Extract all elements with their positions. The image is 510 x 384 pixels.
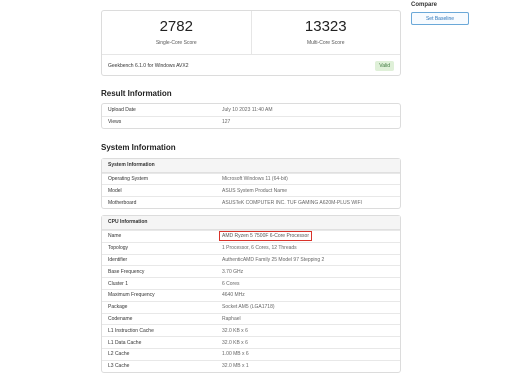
row-value: Socket AM5 (LGA1718) <box>222 304 275 311</box>
benchmark-version: Geekbench 6.1.0 for Windows AVX2 <box>108 62 189 69</box>
row-key: Motherboard <box>108 199 137 206</box>
row-value: AuthenticAMD Family 25 Model 97 Stepping… <box>222 256 325 263</box>
compare-panel: Compare Set Baseline <box>411 2 469 25</box>
compare-heading: Compare <box>411 2 438 8</box>
row-value: 4640 MHz <box>222 292 245 299</box>
row-key: Topology <box>108 245 129 252</box>
row-key: Maximum Frequency <box>108 292 155 299</box>
row-value: 32.0 KB x 6 <box>222 327 248 334</box>
multi-core-label: Multi-Core Score <box>306 40 345 46</box>
row-key: Operating System <box>108 175 149 182</box>
row-key: Upload Date <box>108 106 136 113</box>
single-core-score: 2782 Single-Core Score <box>102 11 251 54</box>
row-value: ASUSTeK COMPUTER INC. TUF GAMING A620M-P… <box>222 199 362 206</box>
table-row: Name AMD Ryzen 5 7500F 6-Core Processor <box>102 229 400 242</box>
row-key: Package <box>108 304 128 311</box>
table-row: L2 Cache 1.00 MB x 6 <box>102 347 400 360</box>
row-key: L1 Data Cache <box>108 339 142 346</box>
multi-core-value: 13323 <box>304 18 347 35</box>
row-key: Cluster 1 <box>108 280 129 287</box>
row-value: AMD Ryzen 5 7500F 6-Core Processor <box>219 231 400 242</box>
table-row: L1 Data Cache 32.0 KB x 6 <box>102 336 400 348</box>
system-information-heading: System Information <box>101 142 176 152</box>
table-row: L1 Instruction Cache 32.0 KB x 6 <box>102 324 400 336</box>
row-value: 32.0 MB x 1 <box>222 363 249 370</box>
single-core-value: 2782 <box>159 18 193 35</box>
row-key: Identifier <box>108 256 128 263</box>
main-content: 2782 Single-Core Score 13323 Multi-Core … <box>101 10 401 373</box>
row-value: 32.0 KB x 6 <box>222 339 248 346</box>
row-key: Codename <box>108 315 133 322</box>
result-information-table: Upload Date July 10 2023 11:40 AM Views … <box>101 103 401 129</box>
system-information-table: System Information Operating System Micr… <box>101 157 401 209</box>
cpu-information-table: CPU Information Name AMD Ryzen 5 7500F 6… <box>101 214 401 373</box>
table-row: Package Socket AM5 (LGA1718) <box>102 300 400 313</box>
row-key: Model <box>108 187 122 194</box>
table-row: Maximum Frequency 4640 MHz <box>102 288 400 301</box>
row-key: L2 Cache <box>108 351 130 358</box>
score-card: 2782 Single-Core Score 13323 Multi-Core … <box>101 10 401 76</box>
table-row: Topology 1 Processor, 6 Cores, 12 Thread… <box>102 241 400 254</box>
row-value: Raphael <box>222 315 241 322</box>
single-core-label: Single-Core Score <box>155 40 197 46</box>
row-key: Views <box>108 119 122 126</box>
table-row: Views 127 <box>102 115 400 128</box>
row-key: Name <box>108 233 122 240</box>
table-row: Codename Raphael <box>102 312 400 325</box>
table-row: Upload Date July 10 2023 11:40 AM <box>102 104 400 116</box>
row-key: Base Frequency <box>108 268 145 275</box>
table-header: CPU Information <box>102 215 400 230</box>
version-row: Geekbench 6.1.0 for Windows AVX2 Valid <box>102 55 400 76</box>
table-row: L3 Cache 32.0 MB x 1 <box>102 359 400 372</box>
row-value: ASUS System Product Name <box>222 187 288 194</box>
row-value: Microsoft Windows 11 (64-bit) <box>222 175 288 182</box>
row-key: L1 Instruction Cache <box>108 327 154 334</box>
valid-badge: Valid <box>375 60 394 71</box>
multi-core-score: 13323 Multi-Core Score <box>250 11 401 54</box>
score-row: 2782 Single-Core Score 13323 Multi-Core … <box>102 11 400 55</box>
table-row: Model ASUS System Product Name <box>102 184 400 196</box>
row-value: 127 <box>222 119 231 126</box>
table-row: Identifier AuthenticAMD Family 25 Model … <box>102 253 400 266</box>
row-value: July 10 2023 11:40 AM <box>222 106 273 113</box>
row-value: 6 Cores <box>222 280 240 287</box>
row-value: 1 Processor, 6 Cores, 12 Threads <box>222 245 297 252</box>
table-row: Motherboard ASUSTeK COMPUTER INC. TUF GA… <box>102 196 400 208</box>
table-row: Base Frequency 3.70 GHz <box>102 265 400 277</box>
table-row: Cluster 1 6 Cores <box>102 277 400 289</box>
row-value: 3.70 GHz <box>222 268 244 275</box>
table-row: Operating System Microsoft Windows 11 (6… <box>102 172 400 185</box>
row-key: L3 Cache <box>108 363 130 370</box>
row-value: 1.00 MB x 6 <box>222 351 249 358</box>
table-header: System Information <box>102 158 400 173</box>
set-baseline-button[interactable]: Set Baseline <box>411 12 469 25</box>
processor-name-highlight: AMD Ryzen 5 7500F 6-Core Processor <box>219 231 312 242</box>
result-information-heading: Result Information <box>101 89 172 98</box>
